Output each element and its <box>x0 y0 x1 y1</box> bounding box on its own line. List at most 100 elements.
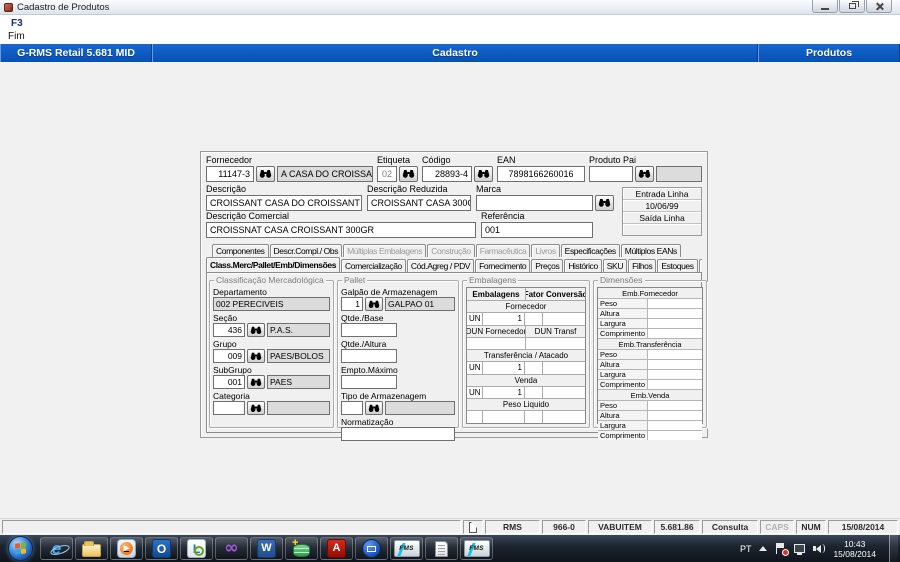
codigo-input[interactable]: 28893-4 <box>422 166 472 182</box>
qtde-altura-input[interactable] <box>341 349 397 363</box>
close-button[interactable] <box>866 0 892 13</box>
peso-liquido-cell-3[interactable] <box>525 411 543 423</box>
tab-especificacoes[interactable]: Especificações <box>560 244 620 257</box>
dim-venda-altura-input[interactable] <box>648 411 702 420</box>
taskbar-media-player[interactable]: ▶ <box>110 537 143 560</box>
restore-button[interactable] <box>839 0 865 13</box>
tab-componentes[interactable]: Componentes <box>212 244 269 257</box>
taskbar-visual-studio[interactable]: ∞ <box>215 537 248 560</box>
empto-maximo-input[interactable] <box>341 375 397 389</box>
tipo-armazenagem-code-input[interactable] <box>341 401 363 415</box>
taskbar-outlook[interactable]: O <box>145 537 178 560</box>
dim-venda-peso-input[interactable] <box>648 401 702 410</box>
produto-pai-search-button[interactable] <box>635 166 654 182</box>
marca-input[interactable] <box>476 195 593 211</box>
dun-transf-input[interactable] <box>526 337 585 350</box>
venda-un-cell[interactable]: UN <box>467 386 483 399</box>
taskbar-database-app[interactable]: + <box>285 537 318 560</box>
categoria-code-input[interactable] <box>213 401 245 415</box>
dim-venda-largura-input[interactable] <box>648 421 702 430</box>
descricao-comercial-input[interactable]: CROISSNAT CASA CROISSANT 300GR <box>206 222 476 238</box>
peso-liquido-cell-2[interactable] <box>483 411 525 423</box>
tab-multiplos-eans[interactable]: Múltiplos EANs <box>620 244 681 257</box>
ean-input[interactable]: 7898166260016 <box>497 166 585 182</box>
tab-descr-compl-obs[interactable]: Descr.Compl./ Obs <box>269 244 343 257</box>
tab-sku[interactable]: SKU <box>602 259 628 272</box>
produto-pai-input[interactable] <box>589 166 633 182</box>
dim-fornecedor-altura-input[interactable] <box>648 309 702 318</box>
minimize-button[interactable] <box>812 0 838 13</box>
dim-transferencia-altura-input[interactable] <box>648 360 702 369</box>
etiqueta-input[interactable]: 02 <box>377 166 397 182</box>
descricao-reduzida-input[interactable]: CROISSANT CASA 300GR <box>367 195 471 211</box>
show-desktop-button[interactable] <box>889 535 898 562</box>
taskbar-file-explorer[interactable] <box>75 537 108 560</box>
tab-estoques[interactable]: Estoques <box>657 259 698 272</box>
hidden-icons-button[interactable] <box>759 546 768 551</box>
transferencia-fator-cell-1[interactable] <box>525 362 543 374</box>
menu-f3[interactable]: F3 <box>11 18 23 29</box>
peso-liquido-cell-4[interactable] <box>543 411 585 423</box>
tab-fornecimento[interactable]: Fornecimento <box>475 259 531 272</box>
transferencia-un-cell[interactable]: UN <box>467 362 483 374</box>
dun-fornecedor-input[interactable] <box>467 337 526 350</box>
taskbar-internet-explorer[interactable]: e <box>40 537 73 560</box>
tab-cod-agreg-pdv[interactable]: Cód.Agreg / PDV <box>406 259 475 272</box>
tab-class-merc-pallet-emb-dimensoes[interactable]: Class.Merc/Pallet/Emb/Dimensões <box>206 257 341 272</box>
venda-fator-cell-2[interactable] <box>543 386 585 399</box>
venda-fator-cell-1[interactable] <box>525 386 543 399</box>
fornecedor-code-input[interactable]: 11147-3 <box>206 166 254 182</box>
tab-filhos[interactable]: Filhos <box>628 259 657 272</box>
taskbar-fms-1[interactable]: FMS <box>390 537 423 560</box>
speaker-icon[interactable] <box>813 544 826 553</box>
tab-historico[interactable]: Histórico <box>564 259 602 272</box>
taskbar-word[interactable]: W <box>250 537 283 560</box>
dim-fornecedor-comprimento-input[interactable] <box>648 329 702 338</box>
referencia-input[interactable]: 001 <box>481 222 593 238</box>
fornecedor-fator-cell-1[interactable] <box>525 313 543 325</box>
qtde-base-input[interactable] <box>341 323 397 337</box>
dim-fornecedor-peso-input[interactable] <box>648 299 702 308</box>
fornecedor-search-button[interactable] <box>256 166 275 182</box>
secao-code-input[interactable]: 436 <box>213 323 245 337</box>
grupo-code-input[interactable]: 009 <box>213 349 245 363</box>
taskbar-remote-desktop[interactable] <box>355 537 388 560</box>
dim-transferencia-peso-input[interactable] <box>648 350 702 359</box>
dim-fornecedor-largura-input[interactable] <box>648 319 702 328</box>
codigo-search-button[interactable] <box>474 166 493 182</box>
tipo-armazenagem-search-button[interactable] <box>365 401 383 415</box>
subgrupo-search-button[interactable] <box>247 375 265 389</box>
categoria-search-button[interactable] <box>247 401 265 415</box>
tab-comercializacao[interactable]: Comercialização <box>341 259 406 272</box>
transferencia-qty-cell[interactable]: 1 <box>483 362 525 374</box>
dim-transferencia-largura-input[interactable] <box>648 370 702 379</box>
secao-search-button[interactable] <box>247 323 265 337</box>
taskbar-fms-2[interactable]: FMS <box>460 537 493 560</box>
fornecedor-fator-cell-2[interactable] <box>543 313 585 325</box>
network-icon[interactable] <box>794 544 806 555</box>
taskbar-clock[interactable]: 10:43 15/08/2014 <box>833 539 876 559</box>
dim-transferencia-comprimento-input[interactable] <box>648 380 702 389</box>
tab-precos[interactable]: Preços <box>531 259 564 272</box>
descricao-input[interactable]: CROISSANT CASA DO CROISSANT 300GR <box>206 195 362 211</box>
subgrupo-code-input[interactable]: 001 <box>213 375 245 389</box>
galpao-code-input[interactable]: 1 <box>341 297 363 311</box>
fornecedor-un-cell[interactable]: UN <box>467 313 483 325</box>
grupo-search-button[interactable] <box>247 349 265 363</box>
taskbar-notepad[interactable] <box>425 537 458 560</box>
etiqueta-search-button[interactable] <box>399 166 418 182</box>
normatizacao-input[interactable] <box>341 427 455 441</box>
dim-venda-comprimento-input[interactable] <box>648 431 702 440</box>
tab-forn-alternativos[interactable]: Forn.Alternativos <box>698 259 702 272</box>
transferencia-fator-cell-2[interactable] <box>543 362 585 374</box>
peso-liquido-cell-1[interactable] <box>467 411 483 423</box>
marca-search-button[interactable] <box>595 195 614 211</box>
action-center-flag-icon[interactable] <box>775 543 790 556</box>
taskbar-lync[interactable]: L <box>180 537 213 560</box>
galpao-search-button[interactable] <box>365 297 383 311</box>
language-indicator[interactable]: PT <box>740 544 752 554</box>
venda-qty-cell[interactable]: 1 <box>483 386 525 399</box>
fornecedor-qty-cell[interactable]: 1 <box>483 313 525 325</box>
taskbar-adobe-reader[interactable]: A <box>320 537 353 560</box>
start-button[interactable] <box>8 536 33 561</box>
